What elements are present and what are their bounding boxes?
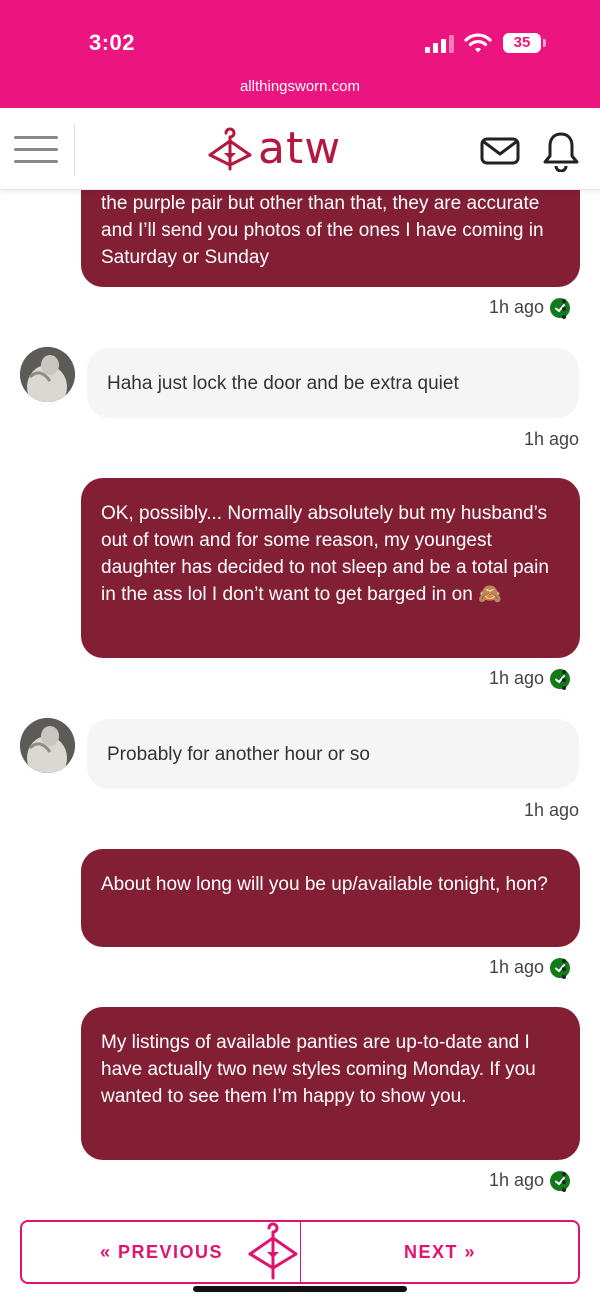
message-bubble-incoming: Haha just lock the door and be extra qui… xyxy=(87,348,579,418)
wifi-icon xyxy=(464,33,492,53)
read-check-icon xyxy=(550,668,570,689)
pagination: « PREVIOUS NEXT » xyxy=(20,1220,580,1284)
read-check-icon xyxy=(550,1170,570,1191)
app-header: atw xyxy=(0,108,600,190)
status-bar: 3:02 35 allthingsworn.com xyxy=(0,0,600,108)
message-text: the purple pair but other than that, the… xyxy=(101,193,544,268)
message-bubble-outgoing: About how long will you be up/available … xyxy=(81,849,580,947)
hanger-bow-icon xyxy=(246,1222,300,1282)
message-time: 1h ago xyxy=(523,800,579,820)
home-indicator xyxy=(193,1286,407,1292)
site-logo[interactable]: atw xyxy=(206,124,341,174)
message-meta: 1h ago xyxy=(489,957,570,978)
battery-icon: 35 xyxy=(503,33,546,53)
message-time: 1h ago xyxy=(488,668,544,688)
message-text: Probably for another hour or so xyxy=(107,743,370,765)
message-meta: 1h ago xyxy=(489,1170,570,1191)
message-bubble-incoming: Probably for another hour or so xyxy=(87,719,579,789)
mail-icon[interactable] xyxy=(480,136,520,166)
message-time: 1h ago xyxy=(523,429,579,449)
message-meta: 1h ago xyxy=(489,668,570,689)
message-text: OK, possibly... Normally absolutely but … xyxy=(101,503,549,605)
chat-thread[interactable]: the purple pair but other than that, the… xyxy=(0,190,600,1210)
message-meta: 1h ago xyxy=(489,297,570,318)
read-check-icon xyxy=(550,957,570,978)
signal-icon xyxy=(425,35,455,53)
next-button[interactable]: NEXT » xyxy=(300,1222,578,1282)
message-options-icon[interactable] xyxy=(561,959,567,979)
message-time: 1h ago xyxy=(488,1170,544,1190)
message-options-icon[interactable] xyxy=(561,670,567,690)
header-divider xyxy=(74,124,75,176)
status-time: 3:02 xyxy=(89,30,136,55)
message-text: My listings of available panties are up-… xyxy=(101,1032,536,1107)
message-bubble-outgoing: the purple pair but other than that, the… xyxy=(81,190,580,287)
hanger-bow-icon xyxy=(208,127,252,171)
message-options-icon[interactable] xyxy=(561,1172,567,1192)
message-time: 1h ago xyxy=(488,297,544,317)
message-options-icon[interactable] xyxy=(561,299,567,319)
avatar[interactable] xyxy=(20,718,75,773)
logo-text: atw xyxy=(258,123,342,174)
hamburger-menu-icon[interactable] xyxy=(14,134,58,166)
message-text: About how long will you be up/available … xyxy=(101,874,548,895)
browser-url[interactable]: allthingsworn.com xyxy=(0,78,600,95)
message-text: Haha just lock the door and be extra qui… xyxy=(107,372,459,394)
read-check-icon xyxy=(550,297,570,318)
message-bubble-outgoing: My listings of available panties are up-… xyxy=(81,1007,580,1160)
avatar[interactable] xyxy=(20,347,75,402)
bell-icon[interactable] xyxy=(542,130,580,172)
message-time: 1h ago xyxy=(488,957,544,977)
message-bubble-outgoing: OK, possibly... Normally absolutely but … xyxy=(81,478,580,658)
